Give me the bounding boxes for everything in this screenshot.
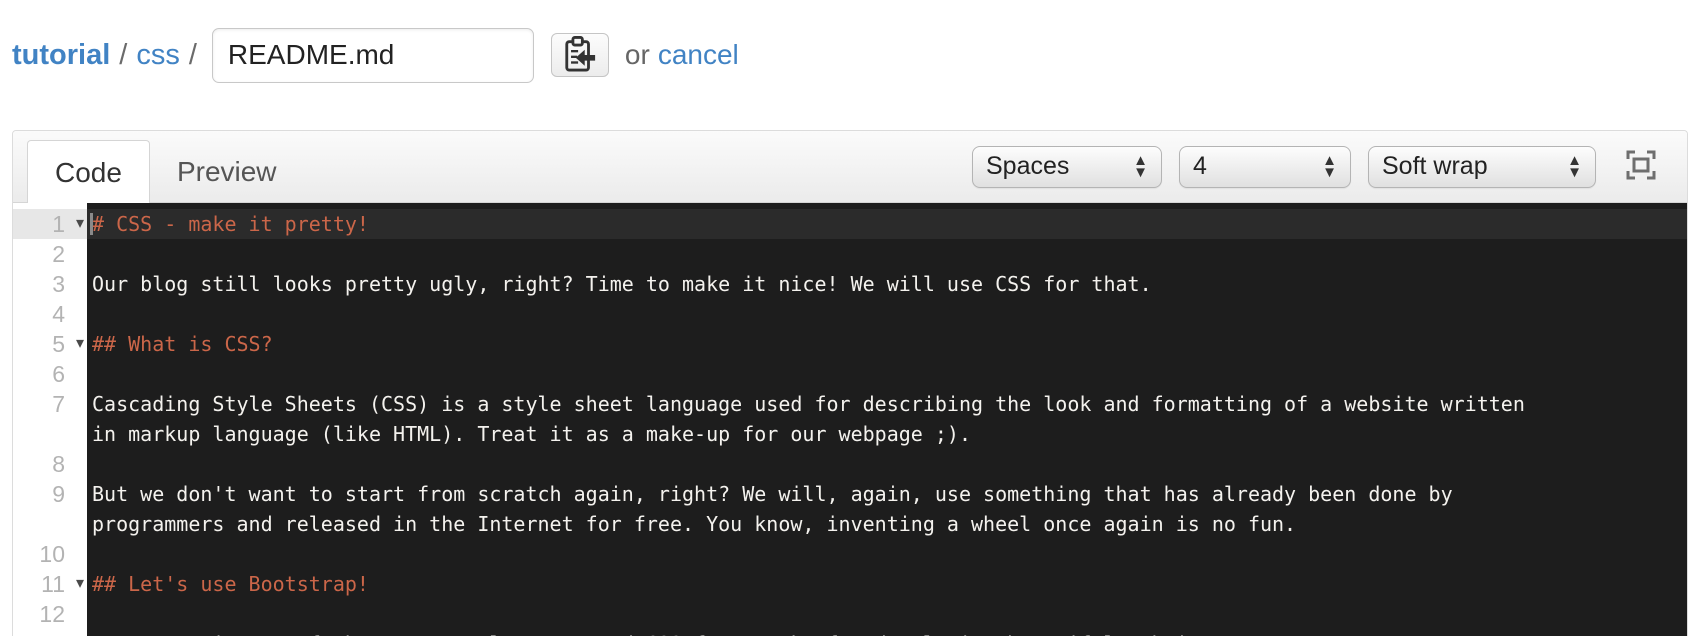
stepper-arrows-icon: ▲ ▼ <box>1322 151 1337 181</box>
line-number: 11 <box>41 571 65 597</box>
filename-input[interactable] <box>211 27 534 83</box>
code-area[interactable]: # CSS - make it pretty! Our blog still lo… <box>87 203 1687 636</box>
line-number-gutter: 1▾2345▾67891011▾1213 <box>13 203 87 636</box>
code-line[interactable]: Bootstrap is one of the most popular HTM… <box>87 629 1687 636</box>
clipboard-arrow-icon <box>563 35 597 76</box>
code-text: ## What is CSS? <box>92 332 273 356</box>
copy-path-button[interactable] <box>550 33 609 77</box>
fullscreen-button[interactable] <box>1623 149 1659 185</box>
indent-mode-select[interactable]: Spaces ▲ ▼ <box>972 145 1162 188</box>
screen-full-icon <box>1625 149 1657 184</box>
editor-header: Code Preview Spaces ▲ ▼ 4 ▲ ▼ Soft wrap ▲ ▼ <box>13 131 1687 203</box>
code-line[interactable] <box>87 599 1687 629</box>
gutter-row: 1 ▾ <box>13 209 87 239</box>
editor-controls: Spaces ▲ ▼ 4 ▲ ▼ Soft wrap ▲ ▼ <box>972 145 1659 188</box>
code-line[interactable] <box>87 239 1687 269</box>
fold-toggle-icon[interactable]: ▾ <box>76 569 84 599</box>
line-number: 4 <box>52 301 65 327</box>
gutter-row: 6 <box>13 359 87 389</box>
code-text: Bootstrap is one of the most popular HTM… <box>92 632 1236 636</box>
gutter-row: 7 <box>13 389 87 419</box>
gutter-row: 13 <box>13 629 87 636</box>
gutter-row <box>13 419 87 449</box>
line-number: 5 <box>52 331 65 357</box>
line-number: 7 <box>52 391 65 417</box>
code-line[interactable] <box>87 449 1687 479</box>
code-text: Our blog still looks pretty ugly, right?… <box>92 272 1152 296</box>
code-line[interactable]: programmers and released in the Internet… <box>87 509 1687 539</box>
code-text: Cascading Style Sheets (CSS) is a style … <box>92 392 1525 416</box>
editor-tabs: Code Preview <box>27 140 304 203</box>
code-text: in markup language (like HTML). Treat it… <box>92 422 971 446</box>
text-cursor <box>90 213 93 235</box>
breadcrumb-separator: / <box>119 38 128 71</box>
line-number: 8 <box>52 451 65 477</box>
code-line[interactable]: Cascading Style Sheets (CSS) is a style … <box>87 389 1687 419</box>
line-number: 13 <box>39 631 65 636</box>
fold-toggle-icon[interactable]: ▾ <box>76 329 84 359</box>
code-line[interactable]: ## What is CSS? <box>87 329 1687 359</box>
gutter-row <box>13 509 87 539</box>
breadcrumb-separator: / <box>188 38 197 71</box>
stepper-arrows-icon: ▲ ▼ <box>1567 151 1582 181</box>
breadcrumb-dir-link[interactable]: css <box>136 39 180 72</box>
gutter-row: 11 ▾ <box>13 569 87 599</box>
gutter-row: 4 <box>13 299 87 329</box>
file-editor: Code Preview Spaces ▲ ▼ 4 ▲ ▼ Soft wrap ▲ ▼ <box>12 130 1688 636</box>
indent-size-value: 4 <box>1193 152 1207 180</box>
gutter-row: 9 <box>13 479 87 509</box>
gutter-row: 12 <box>13 599 87 629</box>
code-line[interactable] <box>87 299 1687 329</box>
or-label: or <box>624 39 650 70</box>
line-number: 6 <box>52 361 65 387</box>
gutter-row: 3 <box>13 269 87 299</box>
editor-body: 1▾2345▾67891011▾1213 # CSS - make it pre… <box>13 203 1687 636</box>
indent-mode-value: Spaces <box>986 152 1070 180</box>
code-text: programmers and released in the Internet… <box>92 512 1297 536</box>
gutter-row: 8 <box>13 449 87 479</box>
code-line[interactable] <box>87 539 1687 569</box>
wrap-mode-value: Soft wrap <box>1382 152 1488 180</box>
cancel-link[interactable]: cancel <box>658 39 739 71</box>
file-path-bar: tutorial / css / or cancel <box>0 0 1706 84</box>
line-number: 1 <box>52 211 65 237</box>
code-text: But we don't want to start from scratch … <box>92 482 1453 506</box>
fold-toggle-icon[interactable]: ▾ <box>76 209 84 239</box>
breadcrumb-repo-link[interactable]: tutorial <box>12 39 110 72</box>
code-line[interactable]: Our blog still looks pretty ugly, right?… <box>87 269 1687 299</box>
wrap-mode-select[interactable]: Soft wrap ▲ ▼ <box>1368 145 1596 188</box>
line-number: 10 <box>39 541 65 567</box>
line-number: 12 <box>39 601 65 627</box>
line-number: 3 <box>52 271 65 297</box>
code-line[interactable] <box>87 359 1687 389</box>
code-line[interactable]: ## Let's use Bootstrap! <box>87 569 1687 599</box>
tab-preview[interactable]: Preview <box>150 140 304 203</box>
code-text: # CSS - make it pretty! <box>92 212 369 236</box>
gutter-row: 2 <box>13 239 87 269</box>
indent-size-select[interactable]: 4 ▲ ▼ <box>1179 145 1351 188</box>
gutter-row: 5 ▾ <box>13 329 87 359</box>
code-line[interactable]: # CSS - make it pretty! <box>87 209 1687 239</box>
gutter-row: 10 <box>13 539 87 569</box>
code-text: ## Let's use Bootstrap! <box>92 572 369 596</box>
line-number: 2 <box>52 241 65 267</box>
code-line[interactable]: But we don't want to start from scratch … <box>87 479 1687 509</box>
stepper-arrows-icon: ▲ ▼ <box>1133 151 1148 181</box>
code-line[interactable]: in markup language (like HTML). Treat it… <box>87 419 1687 449</box>
tab-code[interactable]: Code <box>27 140 150 203</box>
line-number: 9 <box>52 481 65 507</box>
